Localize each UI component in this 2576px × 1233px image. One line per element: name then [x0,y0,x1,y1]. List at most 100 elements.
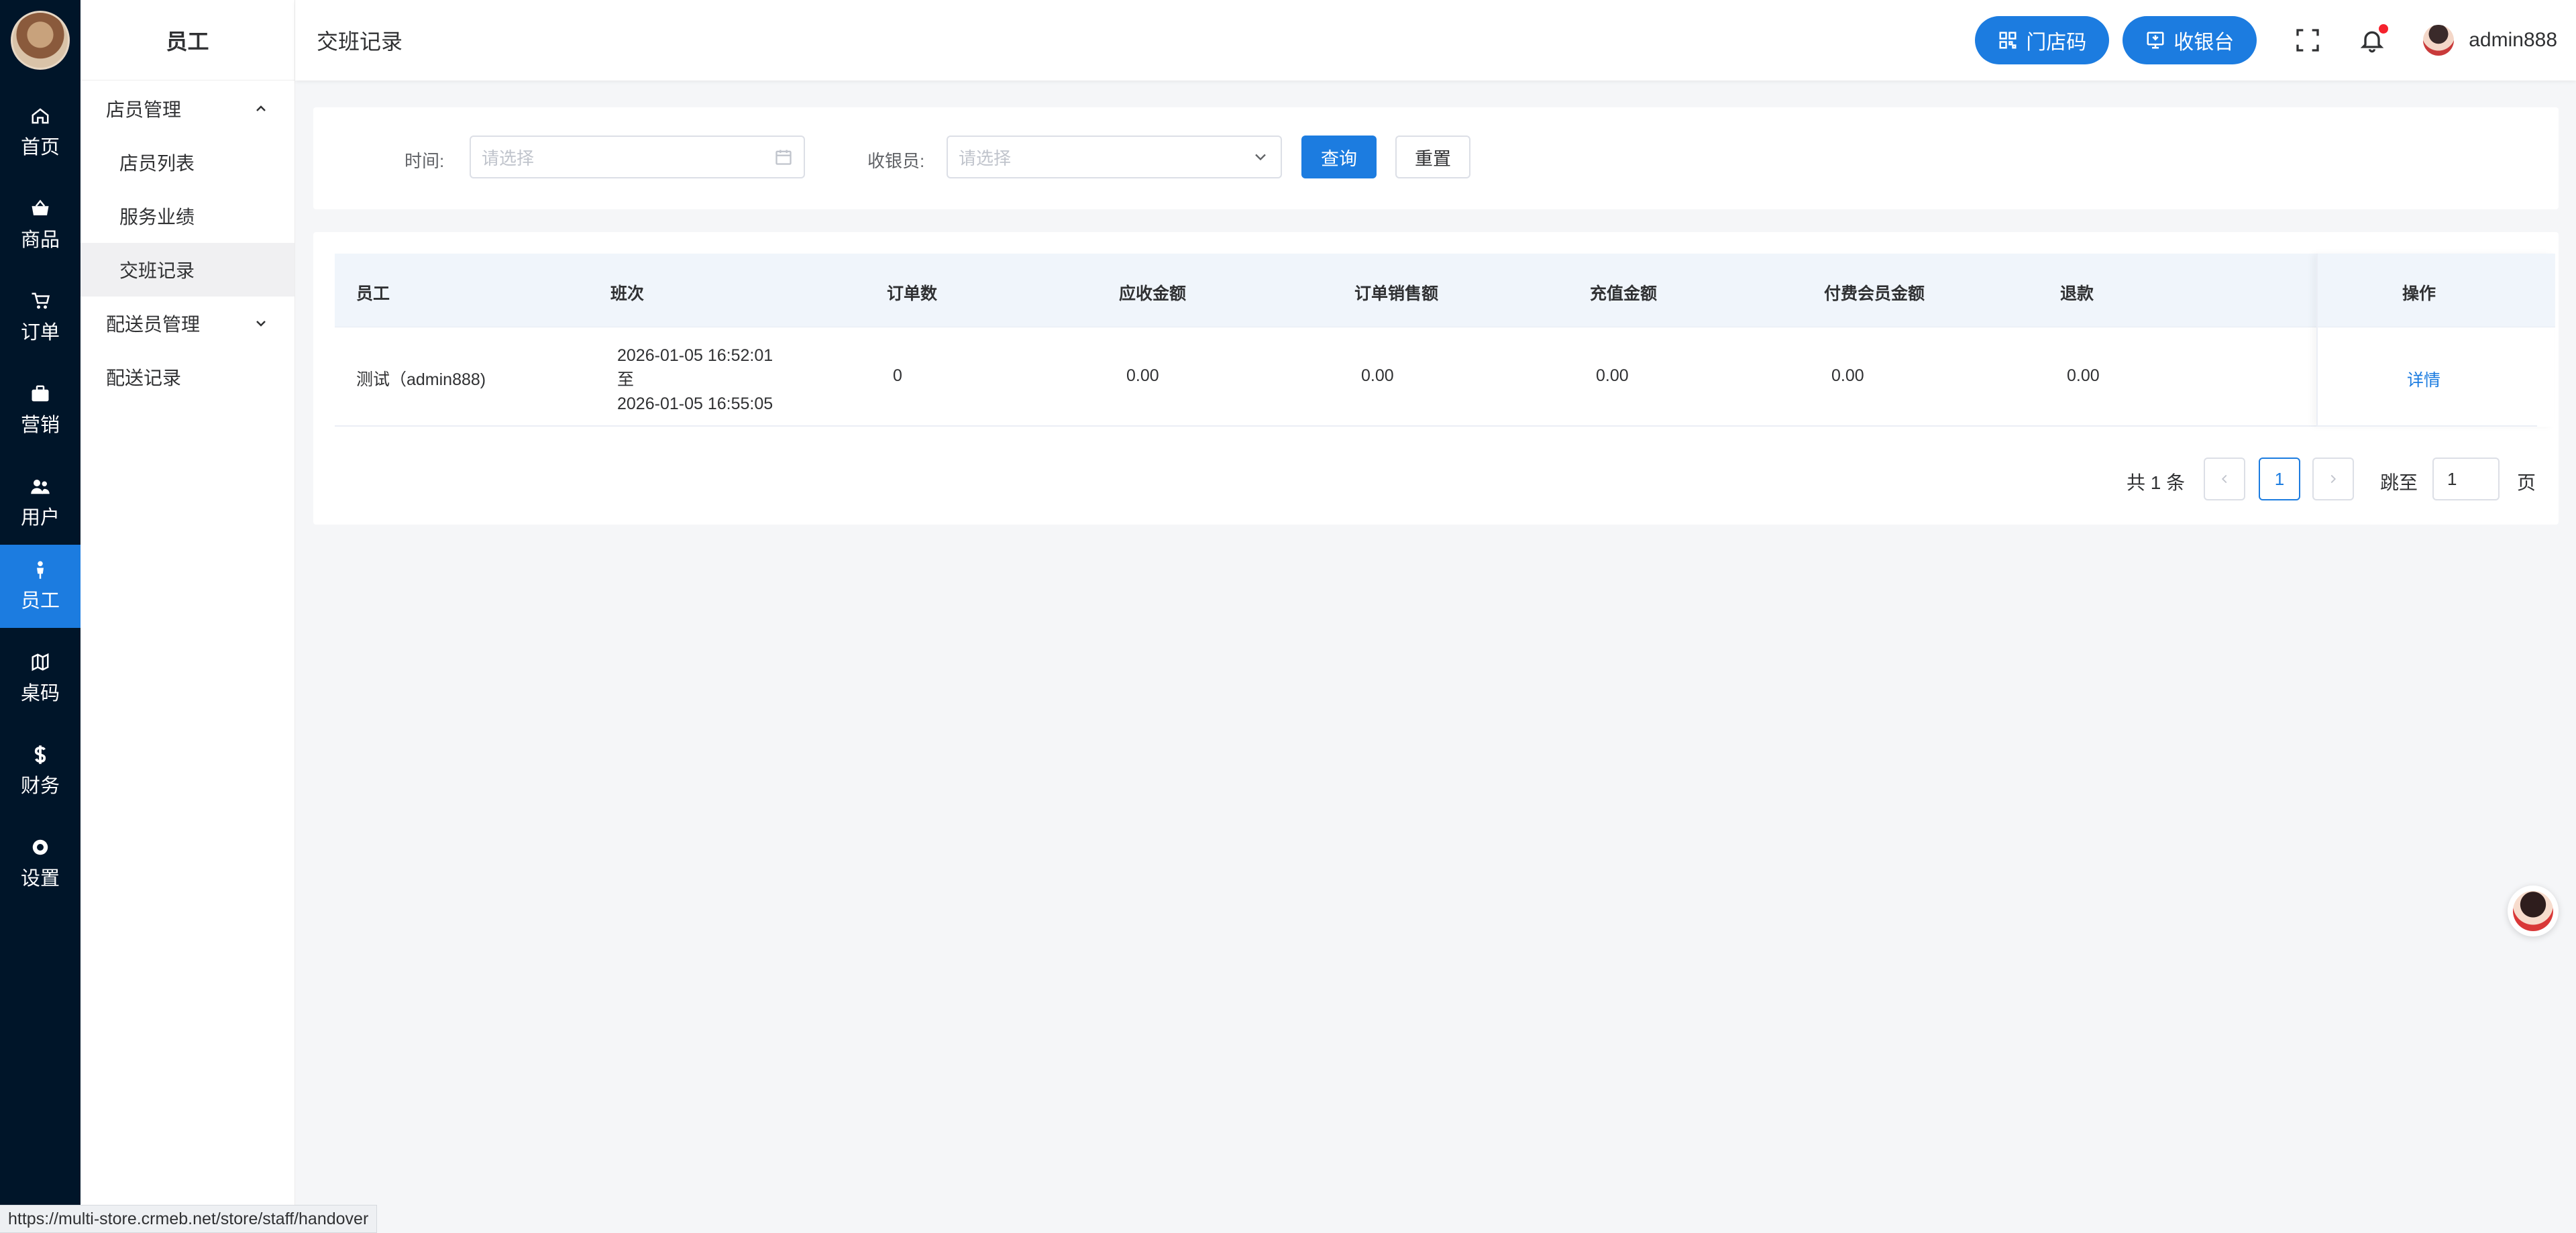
cashier-placeholder: 请选择 [959,148,1012,168]
settings-icon [32,839,48,855]
home-icon [32,108,49,124]
cell-staff: 测试（admin888) [356,370,486,389]
col-refund: 退款 [2060,284,2094,303]
shift-separator: 至 [617,370,635,389]
col-orders: 订单数 [887,284,938,303]
reset-label: 重置 [1415,148,1451,169]
cashier-label: 收银台 [2174,32,2235,54]
sidebar-group-label: 店员管理 [106,99,182,120]
chevron-up-icon [256,105,266,111]
cell-member: 0.00 [1831,366,1864,385]
operation-column: 操作 [2316,254,2555,427]
person-icon [37,561,44,579]
users-icon [31,480,50,494]
nav-home[interactable]: 首页 [0,91,80,174]
nav-products[interactable]: 商品 [0,184,80,267]
nav-settings-label: 设置 [20,868,60,890]
sidebar-item-service-performance[interactable]: 服务业绩 [80,189,294,243]
page-number-button[interactable]: 1 [2259,458,2300,500]
reset-button[interactable]: 重置 [1395,136,1470,178]
cart-icon [32,292,50,309]
col-member: 付费会员金额 [1824,284,1925,303]
col-action: 操作 [2402,284,2436,303]
cashier-button[interactable]: 收银台 [2123,16,2257,64]
nav-settings[interactable]: 设置 [0,822,80,906]
sidebar-item-label: 交班记录 [119,260,195,281]
jump-page-value: 1 [2447,468,2457,489]
nav-table-code-label: 桌码 [20,683,60,704]
filter-panel: 时间: 请选择 收银员: 请选择 查询 重置 [313,107,2559,209]
nav-users[interactable]: 用户 [0,462,80,545]
chevron-down-icon [256,321,266,327]
nav-staff[interactable]: 员工 [0,545,80,628]
sidebar-group-label: 配送员管理 [106,314,201,335]
sidebar-group-delivery-management[interactable]: 配送员管理 [80,297,294,350]
nav-orders[interactable]: 订单 [0,276,80,360]
briefcase-icon [32,385,49,402]
shift-end: 2026-01-05 16:55:05 [617,394,773,413]
col-shift: 班次 [610,284,645,303]
cashier-icon [2147,32,2164,49]
nav-home-label: 首页 [20,137,60,158]
avatar[interactable] [2423,25,2455,56]
username[interactable]: admin888 [2469,29,2557,52]
nav-products-label: 商品 [20,229,60,251]
detail-link[interactable]: 详情 [2407,367,2440,391]
customer-service-button[interactable] [2508,886,2559,936]
store-code-button[interactable]: 门店码 [1975,16,2110,64]
nav-users-label: 用户 [20,507,60,529]
store-logo[interactable] [11,11,70,70]
sidebar-item-delivery-records[interactable]: 配送记录 [80,350,294,404]
dollar-icon [34,745,46,764]
cashier-filter-label: 收银员: [867,151,925,171]
time-label: 时间: [405,151,445,171]
nav-finance-label: 财务 [20,775,60,797]
nav-table-code[interactable]: 桌码 [0,637,80,720]
chevron-left-icon [2221,474,2227,484]
prev-page-button[interactable] [2204,458,2245,500]
col-sales: 订单销售额 [1354,284,1439,303]
query-button[interactable]: 查询 [1301,136,1377,178]
jump-label: 跳至 [2380,472,2418,493]
header-actions: 门店码 收银台 admin888 [1962,16,2557,64]
pagination-total: 共 1 条 [2127,472,2186,493]
current-page: 1 [2274,468,2285,489]
jump-page-input[interactable]: 1 [2432,458,2500,500]
sidebar-title: 员工 [80,0,294,81]
nav-finance[interactable]: 财务 [0,730,80,813]
sidebar-group-staff-management[interactable]: 店员管理 [80,82,294,136]
shift-start: 2026-01-05 16:52:01 [617,346,773,365]
nav-staff-label: 员工 [20,590,60,612]
assistant-avatar-icon [2513,891,2553,931]
query-label: 查询 [1321,148,1357,169]
table-header: 员工 班次 订单数 应收金额 订单销售额 充值金额 付费会员金额 退款 [335,254,2537,327]
next-page-button[interactable] [2312,458,2354,500]
operation-header: 操作 [2318,254,2555,327]
chevron-right-icon [2330,474,2337,484]
sidebar-item-handover-records[interactable]: 交班记录 [80,243,294,297]
cell-sales: 0.00 [1361,366,1394,385]
app-root: 首页 商品 订单 营销 用户 员工 桌码 财务 设置 员工 店员管理 店员列表 … [0,0,2576,1233]
cashier-select[interactable]: 请选择 [947,136,1282,178]
sidebar-item-label: 服务业绩 [119,207,195,227]
nav-marketing[interactable]: 营销 [0,369,80,452]
notification-button[interactable] [2359,24,2389,54]
nav-marketing-label: 营销 [20,415,60,436]
main-nav-rail: 首页 商品 订单 营销 用户 员工 桌码 财务 设置 [0,0,80,1233]
page-title: 交班记录 [317,30,403,54]
cell-refund: 0.00 [2067,366,2100,385]
time-range-picker[interactable]: 请选择 [470,136,805,178]
sidebar-item-label: 配送记录 [106,368,182,388]
fullscreen-button[interactable] [2294,27,2321,54]
col-recharge: 充值金额 [1590,284,1658,303]
page-unit-label: 页 [2517,472,2536,493]
basket-icon [32,199,49,215]
cell-orders: 0 [893,366,902,385]
time-placeholder: 请选择 [482,148,535,168]
table-row: 测试（admin888) 2026-01-05 16:52:01 至 2026-… [335,327,2537,427]
secondary-sidebar: 员工 店员管理 店员列表 服务业绩 交班记录 配送员管理 配送记录 [80,0,295,1233]
top-header: 交班记录 门店码 收银台 admin888 [295,0,2576,81]
col-staff: 员工 [356,284,390,303]
fullscreen-icon [2296,29,2319,52]
sidebar-item-staff-list[interactable]: 店员列表 [80,136,294,189]
